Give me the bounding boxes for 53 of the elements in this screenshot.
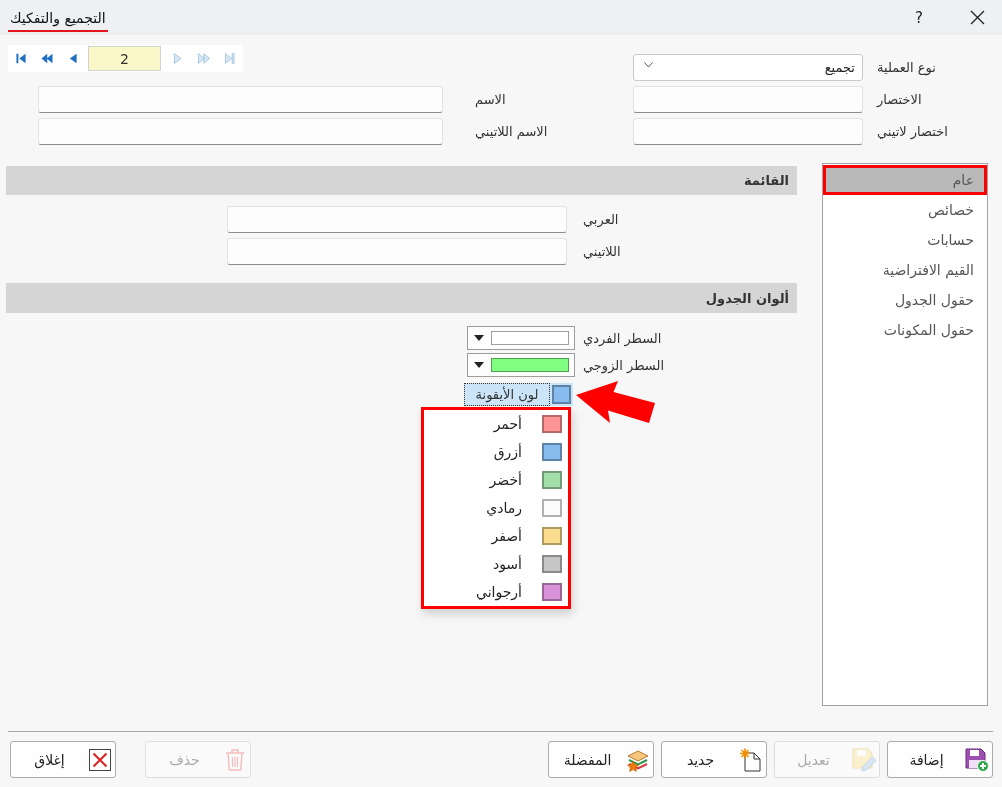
field-label: الاسم xyxy=(475,92,506,107)
field-label: الاسم اللاتيني xyxy=(475,124,548,139)
color-option[interactable]: أسود xyxy=(424,550,568,578)
left-triangle-icon[interactable] xyxy=(67,52,79,65)
text-field[interactable] xyxy=(38,118,443,145)
color-option[interactable]: أحمر xyxy=(424,410,568,438)
color-picker-button[interactable]: لون الأيقونة xyxy=(464,383,573,406)
color-option[interactable]: أزرق xyxy=(424,438,568,466)
close-button[interactable]: إغلاق xyxy=(10,741,116,778)
color-option[interactable]: رمادي xyxy=(424,494,568,522)
skip-first-icon[interactable] xyxy=(15,52,27,65)
x-box-icon xyxy=(88,747,112,772)
color-combo[interactable] xyxy=(467,326,575,350)
sidebar-item[interactable]: حسابات xyxy=(823,225,987,255)
help-button[interactable]: ? xyxy=(908,0,930,35)
double-left-triangle-icon[interactable] xyxy=(41,52,53,65)
add-button[interactable]: إضافة xyxy=(887,741,993,778)
dropdown-arrow-icon xyxy=(474,335,484,341)
section-header: القائمة xyxy=(6,166,797,195)
disk-pencil-icon xyxy=(852,747,876,772)
field-label: نوع العملية xyxy=(877,60,936,75)
save-plus-icon xyxy=(965,747,989,772)
field-label: السطر الفردي xyxy=(583,330,662,346)
field-label: اللاتيني xyxy=(583,244,621,259)
sidebar-item[interactable]: حقول الجدول xyxy=(823,285,987,315)
favorites-button[interactable]: المفضلة xyxy=(548,741,654,778)
record-number-field[interactable]: 2 xyxy=(88,46,161,71)
dropdown-arrow-icon xyxy=(474,362,484,368)
new-document-icon xyxy=(739,747,763,772)
field-label: اختصار لاتيني xyxy=(877,124,948,139)
color-option[interactable]: أرجواني xyxy=(424,578,568,606)
field-label: السطر الزوجي xyxy=(583,357,665,373)
field-label: العربي xyxy=(583,212,619,227)
text-field[interactable] xyxy=(227,238,567,265)
sidebar-item[interactable]: حقول المكونات xyxy=(823,315,987,345)
chevron-down-icon xyxy=(644,61,653,68)
color-option[interactable]: أصفر xyxy=(424,522,568,550)
section-header: ألوان الجدول xyxy=(6,283,797,313)
sidebar-item[interactable]: القيم الافتراضية xyxy=(823,255,987,285)
sidebar-item[interactable]: خصائص xyxy=(823,195,987,225)
select-field[interactable]: تجميع xyxy=(633,54,863,81)
new-button[interactable]: جديد xyxy=(661,741,767,778)
text-field[interactable] xyxy=(38,86,443,113)
close-icon[interactable] xyxy=(970,10,985,25)
color-combo[interactable] xyxy=(467,353,575,377)
field-label: الاختصار xyxy=(877,92,922,107)
trash-icon xyxy=(223,747,247,772)
text-field[interactable] xyxy=(633,118,863,145)
color-option[interactable]: أخضر xyxy=(424,466,568,494)
window-title: التجميع والتفكيك xyxy=(8,0,108,32)
text-field[interactable] xyxy=(633,86,863,113)
sidebar-item[interactable]: عام xyxy=(823,165,987,195)
text-field[interactable] xyxy=(227,206,567,233)
